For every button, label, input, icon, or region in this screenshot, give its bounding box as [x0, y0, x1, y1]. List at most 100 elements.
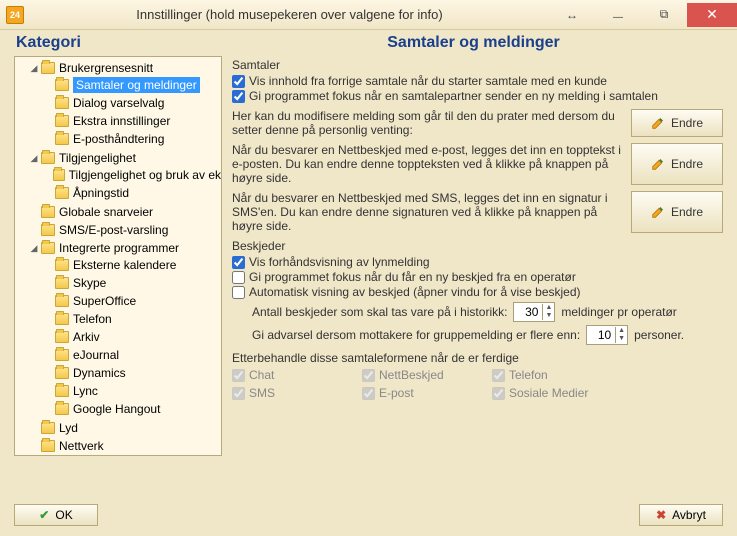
etterbehandle-heading: Etterbehandle disse samtaleformene når d…	[232, 351, 723, 365]
category-tree[interactable]: ◢Brukergrensesnitt Samtaler og meldinger…	[14, 56, 222, 456]
chk-fokus-samtale[interactable]: Gi programmet fokus når en samtalepartne…	[232, 89, 723, 103]
maximize-button[interactable]	[641, 3, 687, 27]
checkbox-label: Sosiale Medier	[509, 386, 588, 400]
expand-icon[interactable]: ◢	[29, 150, 39, 166]
checkbox[interactable]	[232, 286, 245, 299]
folder-icon	[55, 115, 69, 127]
advarsel-suffix: personer.	[634, 328, 684, 342]
minimize-button[interactable]	[595, 3, 641, 27]
historikk-spinner[interactable]: ▲▼	[513, 302, 555, 322]
folder-icon	[55, 79, 69, 91]
chk-forhandsvisning[interactable]: Vis forhåndsvisning av lynmelding	[232, 255, 723, 269]
spin-down-icon[interactable]: ▼	[616, 335, 627, 343]
tree-node-telefon[interactable]: Telefon	[43, 311, 221, 327]
tree-node-samtaler[interactable]: Samtaler og meldinger	[43, 77, 221, 93]
tree-node-eksterne-kal[interactable]: Eksterne kalendere	[43, 257, 221, 273]
tree-node-tilg-bruk[interactable]: Tilgjengelighet og bruk av ek	[43, 167, 221, 183]
tree-node-nettverk[interactable]: Nettverk	[29, 438, 221, 454]
close-button[interactable]: ✕	[687, 3, 737, 27]
tree-label: Eksterne kalendere	[73, 257, 176, 273]
button-label: Endre	[671, 157, 703, 171]
app-icon: 24	[6, 6, 24, 24]
cancel-button[interactable]: ✖ Avbryt	[639, 504, 723, 526]
spin-down-icon[interactable]: ▼	[543, 312, 554, 320]
tree-node-sms[interactable]: SMS/E-post-varsling	[29, 222, 221, 238]
checkbox[interactable]	[232, 90, 245, 103]
move-window-button[interactable]	[549, 3, 595, 27]
tree-label: Samtaler og meldinger	[73, 77, 200, 93]
settings-panel: Samtaler Vis innhold fra forrige samtale…	[232, 56, 723, 456]
tree-label: eJournal	[73, 347, 119, 363]
tree-label: Ekstra innstillinger	[73, 113, 170, 129]
button-label: Endre	[671, 116, 703, 130]
tree-label: Dialog varselvalg	[73, 95, 164, 111]
checkbox	[362, 369, 375, 382]
titlebar: 24 Innstillinger (hold musepekeren over …	[0, 0, 737, 30]
tree-node-dialog[interactable]: Dialog varselvalg	[43, 95, 221, 111]
tree-node-lyd[interactable]: Lyd	[29, 420, 221, 436]
tree-node-lync[interactable]: Lync	[43, 383, 221, 399]
tree-node-ekstra[interactable]: Ekstra innstillinger	[43, 113, 221, 129]
chk-fokus-beskjed[interactable]: Gi programmet fokus når du får en ny bes…	[232, 270, 723, 284]
expand-icon[interactable]: ◢	[29, 240, 39, 256]
tree-label: Tilgjengelighet	[59, 150, 136, 166]
chk-sms: SMS	[232, 386, 362, 400]
desc-sms-signatur: Når du besvarer en Nettbeskjed med SMS, …	[232, 191, 623, 233]
tree-label: E-posthåndtering	[73, 131, 164, 147]
checkbox-label: E-post	[379, 386, 414, 400]
checkbox[interactable]	[232, 256, 245, 269]
tree-node-arkiv[interactable]: Arkiv	[43, 329, 221, 345]
tree-node-globale[interactable]: Globale snarveier	[29, 204, 221, 220]
tree-node-skype[interactable]: Skype	[43, 275, 221, 291]
tree-node-google-hangout[interactable]: Google Hangout	[43, 401, 221, 417]
checkbox-label: Automatisk visning av beskjed (åpner vin…	[249, 285, 581, 299]
checkbox	[492, 369, 505, 382]
historikk-input[interactable]	[514, 303, 542, 321]
tree-label: SuperOffice	[73, 293, 136, 309]
chk-epost: E-post	[362, 386, 492, 400]
advarsel-input[interactable]	[587, 326, 615, 344]
tree-node-epost[interactable]: E-posthåndtering	[43, 131, 221, 147]
folder-icon	[55, 385, 69, 397]
expand-icon[interactable]: ◢	[29, 60, 39, 76]
beskjeder-heading: Beskjeder	[232, 239, 723, 253]
checkbox	[232, 369, 245, 382]
folder-icon	[41, 62, 55, 74]
edit-icon	[651, 205, 665, 219]
tree-node-integrerte[interactable]: ◢ Integrerte programmer	[29, 240, 221, 256]
tree-label: SMS/E-post-varsling	[59, 222, 168, 238]
folder-icon	[55, 295, 69, 307]
tree-node-ui[interactable]: ◢Brukergrensesnitt	[29, 60, 221, 76]
folder-icon	[55, 313, 69, 325]
checkbox-label: Chat	[249, 368, 274, 382]
checkbox[interactable]	[232, 75, 245, 88]
endre-button-1[interactable]: Endre	[631, 109, 723, 137]
tree-node-superoffice[interactable]: SuperOffice	[43, 293, 221, 309]
desc-epost-topptekst: Når du besvarer en Nettbeskjed med e-pos…	[232, 143, 623, 185]
tree-label: Google Hangout	[73, 401, 160, 417]
button-label: Avbryt	[672, 508, 706, 522]
checkbox-label: NettBeskjed	[379, 368, 444, 382]
endre-button-2[interactable]: Endre	[631, 143, 723, 185]
chk-auto-visning[interactable]: Automatisk visning av beskjed (åpner vin…	[232, 285, 723, 299]
historikk-suffix: meldinger pr operatør	[561, 305, 676, 319]
tree-label: Integrerte programmer	[59, 240, 179, 256]
check-icon: ✔	[39, 508, 49, 522]
ok-button[interactable]: ✔ OK	[14, 504, 98, 526]
tree-label: Arkiv	[73, 329, 100, 345]
tree-label: Lync	[73, 383, 98, 399]
tree-node-apningstid[interactable]: Åpningstid	[43, 185, 221, 201]
spin-up-icon[interactable]: ▲	[616, 327, 627, 335]
spin-up-icon[interactable]: ▲	[543, 304, 554, 312]
tree-node-ejournal[interactable]: eJournal	[43, 347, 221, 363]
checkbox[interactable]	[232, 271, 245, 284]
folder-icon	[55, 331, 69, 343]
tree-node-tilgjengelighet[interactable]: ◢ Tilgjengelighet	[29, 150, 221, 166]
x-icon: ✖	[656, 508, 666, 522]
advarsel-spinner[interactable]: ▲▼	[586, 325, 628, 345]
endre-button-3[interactable]: Endre	[631, 191, 723, 233]
checkbox	[232, 387, 245, 400]
tree-node-dynamics[interactable]: Dynamics	[43, 365, 221, 381]
folder-icon	[41, 206, 55, 218]
chk-vis-innhold[interactable]: Vis innhold fra forrige samtale når du s…	[232, 74, 723, 88]
